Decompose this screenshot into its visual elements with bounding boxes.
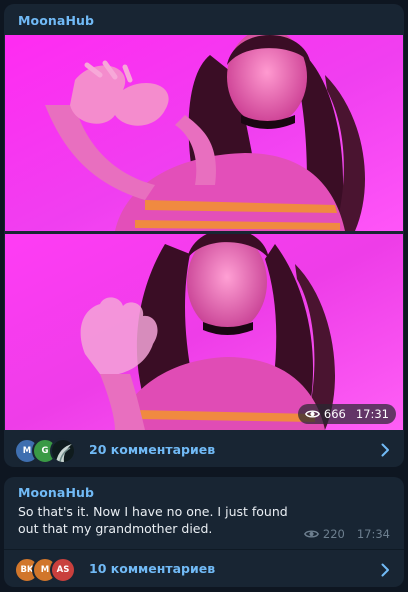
- commenter-avatars: M G: [14, 438, 78, 464]
- comments-button[interactable]: BK M AS 10 комментариев: [4, 549, 404, 586]
- comments-count-label: 10 комментариев: [89, 560, 216, 576]
- post-time: 17:31: [355, 407, 389, 421]
- eye-icon: [304, 409, 320, 419]
- message-text: So that's it. Now I have no one. I just …: [18, 504, 288, 536]
- commenter-avatars: BK M AS: [14, 557, 78, 583]
- comments-button[interactable]: M G 20 комментариев: [4, 431, 404, 467]
- photo-1[interactable]: [5, 35, 403, 231]
- message-meta: 220 17:34: [303, 527, 390, 541]
- comments-count-label: 20 комментариев: [89, 441, 216, 457]
- message-bubble-text: MoonaHub So that's it. Now I have no one…: [4, 477, 404, 587]
- channel-name[interactable]: MoonaHub: [18, 13, 94, 28]
- photo-meta-overlay: 666 17:31: [297, 404, 396, 424]
- view-count: 666: [323, 407, 346, 421]
- eye-icon: [303, 529, 319, 539]
- view-count: 220: [322, 527, 345, 541]
- avatar-image: [50, 438, 76, 464]
- chat-view: MoonaHub 666 17:31 M G 20 комментариев M…: [0, 0, 408, 592]
- photo-2[interactable]: 666 17:31: [5, 234, 403, 430]
- avatar: AS: [50, 557, 76, 583]
- message-bubble-photos: MoonaHub 666 17:31 M G 20 комментариев: [4, 4, 404, 467]
- chevron-right-icon[interactable]: [381, 562, 390, 581]
- chevron-right-icon[interactable]: [381, 442, 390, 461]
- post-time: 17:34: [356, 527, 390, 541]
- channel-name[interactable]: MoonaHub: [18, 485, 94, 500]
